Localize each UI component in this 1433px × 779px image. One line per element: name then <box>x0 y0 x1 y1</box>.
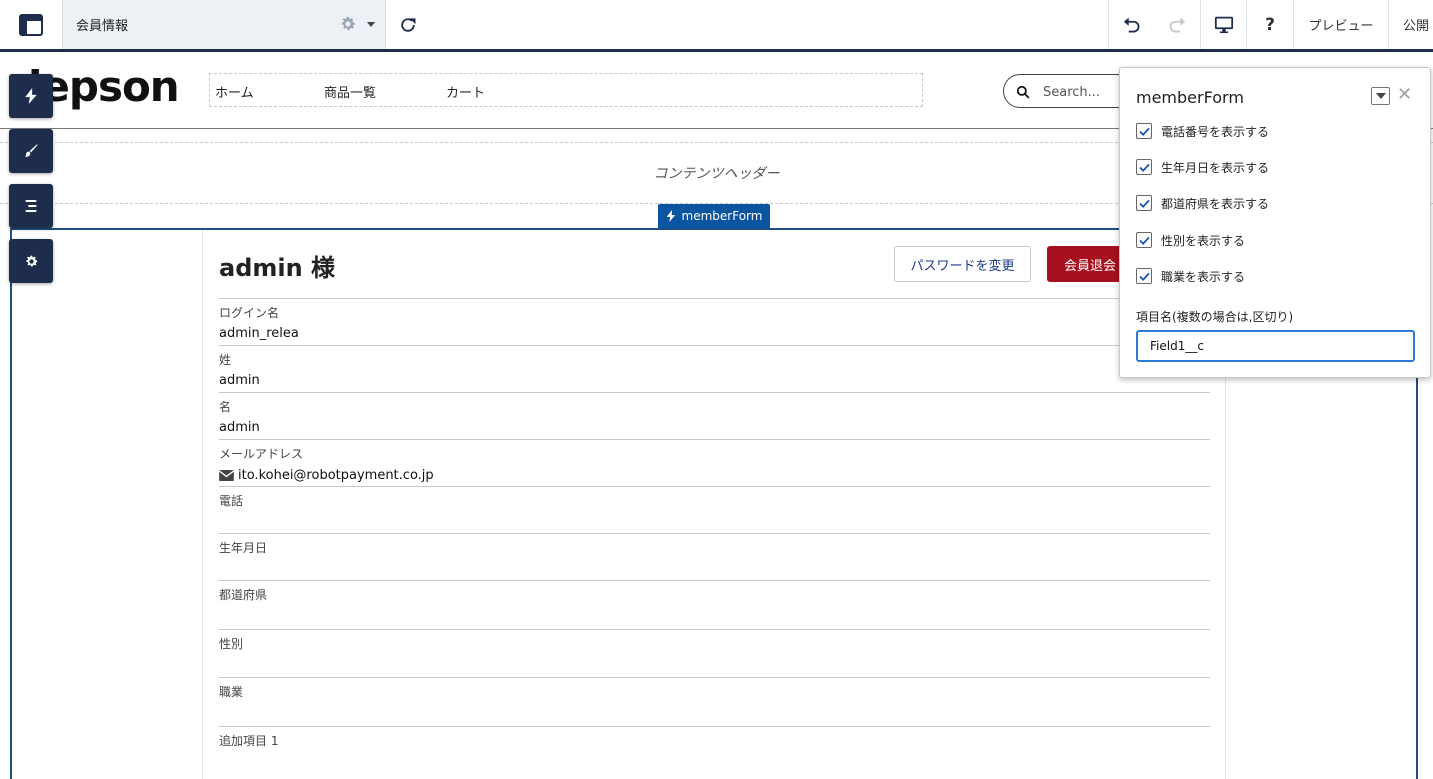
brush-icon <box>25 144 38 157</box>
field-prefecture: 都道府県 <box>219 580 1210 602</box>
publish-button[interactable]: 公開 <box>1388 0 1433 49</box>
field-label: メールアドレス <box>219 447 304 461</box>
component-properties-popover: memberForm ✕ 電話番号を表示する 生年月日を表示する 都道府県を表示… <box>1119 67 1431 378</box>
page-structure-dock-button[interactable] <box>9 184 53 228</box>
theme-dock-button[interactable] <box>9 129 53 173</box>
checkbox-label: 生年月日を表示する <box>1161 160 1270 175</box>
components-dock-button[interactable] <box>9 74 53 118</box>
undo-icon <box>1123 17 1139 32</box>
nav-item-products[interactable]: 商品一覧 <box>324 82 376 101</box>
field-label: ログイン名 <box>219 306 280 320</box>
search-placeholder: Search... <box>1043 85 1101 100</box>
redo-icon <box>1169 17 1186 32</box>
field-login-name: ログイン名 admin_relea <box>219 298 1210 341</box>
checkbox-label: 都道府県を表示する <box>1161 196 1270 211</box>
undo-button[interactable] <box>1108 0 1154 49</box>
field-value: admin <box>219 420 260 435</box>
chevron-down-icon <box>1375 93 1386 99</box>
field-value: admin <box>219 373 260 388</box>
gear-icon <box>26 255 37 266</box>
field-names-label: 項目名(複数の場合は,区切り) <box>1136 310 1294 324</box>
field-email: メールアドレス ito.kohei@robotpayment.co.jp <box>219 439 1210 483</box>
change-password-button[interactable]: パスワードを変更 <box>894 246 1031 282</box>
popover-menu-button[interactable] <box>1371 87 1390 105</box>
site-nav: ホーム 商品一覧 カート <box>209 73 923 107</box>
field-label: 生年月日 <box>219 541 268 555</box>
nav-item-cart[interactable]: カート <box>446 82 485 101</box>
field-label: 電話 <box>219 494 244 508</box>
editor-toolbar: 会員情報 ? プレビュー 公開 <box>0 0 1433 52</box>
envelope-icon <box>219 470 234 481</box>
member-form-panel <box>202 230 1226 779</box>
toolbar-actions: ? プレビュー 公開 <box>1108 0 1433 49</box>
checkbox-show-occupation[interactable]: 職業を表示する <box>1136 267 1245 285</box>
checkbox-show-birthday[interactable]: 生年月日を表示する <box>1136 158 1269 176</box>
field-value: admin_relea <box>219 326 299 341</box>
help-button[interactable]: ? <box>1246 0 1293 49</box>
withdraw-button[interactable]: 会員退会 <box>1047 246 1127 282</box>
nav-item-home[interactable]: ホーム <box>215 82 254 101</box>
checkbox[interactable] <box>1136 159 1152 175</box>
monitor-icon <box>1214 16 1233 33</box>
refresh-icon[interactable] <box>398 15 418 39</box>
field-extra-1: 追加項目 1 <box>219 726 1210 748</box>
member-title: admin 様 <box>219 254 336 282</box>
checkbox[interactable] <box>1136 232 1152 248</box>
checkbox-show-gender[interactable]: 性別を表示する <box>1136 231 1245 249</box>
checkbox[interactable] <box>1136 268 1152 284</box>
field-label: 職業 <box>219 685 244 699</box>
field-value: ito.kohei@robotpayment.co.jp <box>219 468 434 483</box>
field-value-text: admin_relea <box>219 326 299 341</box>
list-icon <box>25 200 37 212</box>
layout-icon <box>19 13 43 36</box>
field-birthday: 生年月日 <box>219 533 1210 555</box>
field-first-name: 名 admin <box>219 392 1210 435</box>
checkbox-label: 性別を表示する <box>1161 233 1246 248</box>
checkbox-show-phone[interactable]: 電話番号を表示する <box>1136 122 1269 140</box>
field-last-name: 姓 admin <box>219 345 1210 388</box>
field-label: 追加項目 1 <box>219 734 279 748</box>
layout-toggle-button[interactable] <box>0 0 63 49</box>
checkbox-label: 電話番号を表示する <box>1161 124 1270 139</box>
lightning-icon <box>666 210 675 222</box>
field-label: 姓 <box>219 353 232 367</box>
page-selector[interactable]: 会員情報 <box>63 0 386 49</box>
page-title: 会員情報 <box>76 19 129 34</box>
check-icon <box>1138 199 1150 208</box>
popover-title: memberForm <box>1136 88 1244 107</box>
field-label: 名 <box>219 400 232 414</box>
check-icon <box>1138 127 1150 136</box>
preview-button[interactable]: プレビュー <box>1293 0 1388 49</box>
field-value-text: admin <box>219 420 260 435</box>
check-icon <box>1138 272 1150 281</box>
page-settings-icon[interactable] <box>339 15 357 37</box>
check-icon <box>1138 163 1150 172</box>
component-tag[interactable]: memberForm <box>658 204 770 228</box>
component-tag-label: memberForm <box>681 209 763 223</box>
lightning-icon <box>25 88 37 104</box>
search-icon <box>1016 84 1030 103</box>
field-occupation: 職業 <box>219 677 1210 699</box>
device-preview-button[interactable] <box>1200 0 1246 49</box>
field-phone: 電話 <box>219 486 1210 508</box>
settings-dock-button[interactable] <box>9 239 53 283</box>
checkbox[interactable] <box>1136 195 1152 211</box>
field-value-text: admin <box>219 373 260 388</box>
field-names-input[interactable] <box>1136 330 1415 362</box>
check-icon <box>1138 236 1150 245</box>
redo-button[interactable] <box>1154 0 1200 49</box>
checkbox[interactable] <box>1136 123 1152 139</box>
field-label: 性別 <box>219 637 244 651</box>
close-button[interactable]: ✕ <box>1397 84 1412 105</box>
field-gender: 性別 <box>219 629 1210 651</box>
chevron-down-icon[interactable] <box>367 22 375 27</box>
checkbox-show-prefecture[interactable]: 都道府県を表示する <box>1136 194 1269 212</box>
field-label: 都道府県 <box>219 588 268 602</box>
field-value-text: ito.kohei@robotpayment.co.jp <box>238 468 434 483</box>
checkbox-label: 職業を表示する <box>1161 269 1246 284</box>
